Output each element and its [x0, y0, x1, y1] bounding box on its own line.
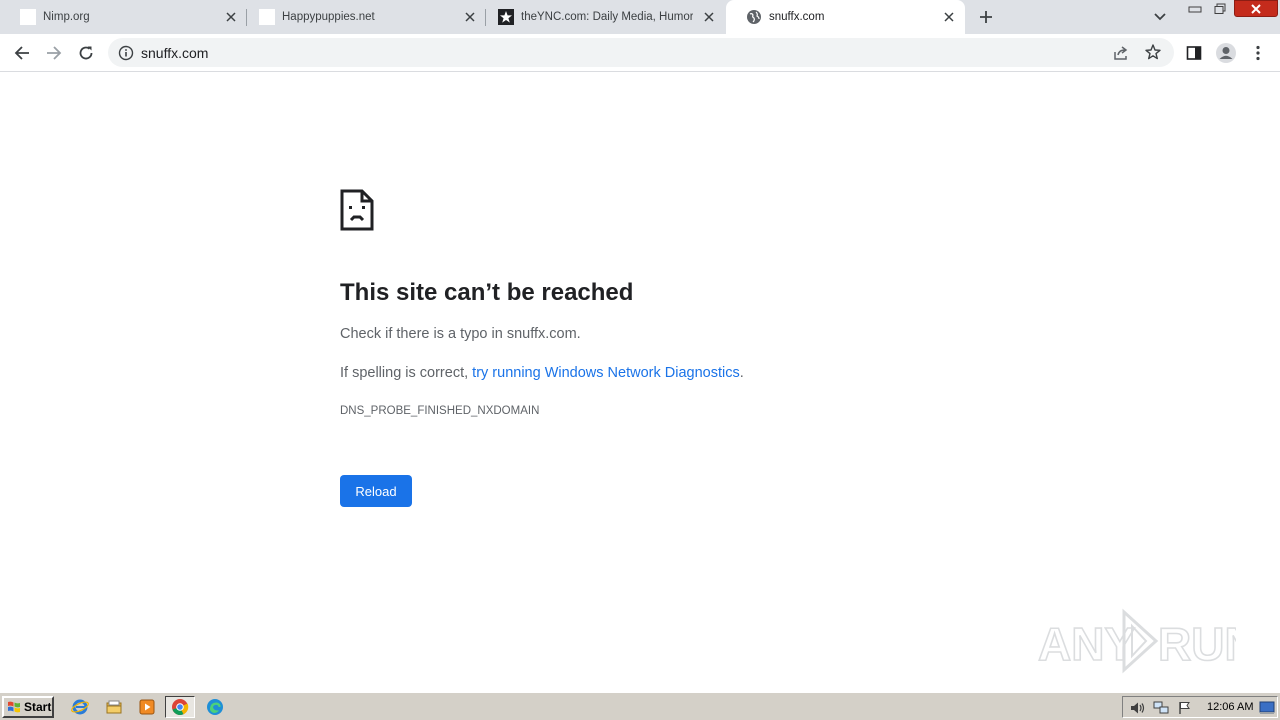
page-content: This site can’t be reached Check if ther…	[0, 72, 1280, 692]
browser-toolbar: snuffx.com	[0, 34, 1280, 72]
chevron-down-icon	[1154, 13, 1166, 21]
clock: 12:06 AM	[1207, 701, 1254, 713]
tab-snuffx[interactable]: snuffx.com	[726, 0, 965, 34]
tab-strip: Nimp.org Happypuppies.net theYNC.com: Da…	[0, 0, 1280, 34]
arrow-right-icon	[47, 46, 62, 60]
tab-search-button[interactable]	[1152, 9, 1168, 25]
reload-button[interactable]: Reload	[340, 475, 412, 507]
arrow-left-icon	[14, 46, 29, 60]
edge-icon[interactable]	[205, 697, 225, 717]
typo-hint: Check if there is a typo in snuffx.com.	[340, 326, 581, 342]
restore-icon	[1214, 3, 1226, 14]
minimize-button[interactable]	[1184, 0, 1206, 17]
tab-title: Nimp.org	[43, 11, 90, 23]
tab-title: Happypuppies.net	[282, 11, 375, 23]
volume-icon[interactable]	[1129, 700, 1145, 716]
refresh-icon	[79, 46, 93, 60]
blank-page-icon	[20, 9, 36, 25]
avatar-icon	[1216, 43, 1236, 63]
close-icon	[1251, 3, 1261, 14]
side-panel-button[interactable]	[1181, 40, 1207, 66]
network-icon[interactable]	[1153, 700, 1169, 716]
restore-button[interactable]	[1208, 0, 1232, 17]
url-text[interactable]: snuffx.com	[141, 45, 208, 61]
anyrun-watermark-logo: ANY RUN	[1037, 608, 1236, 674]
sad-document-icon	[340, 189, 374, 231]
new-tab-button[interactable]	[976, 7, 996, 27]
chrome-taskbar-icon[interactable]	[165, 696, 195, 718]
minimize-icon	[1188, 6, 1202, 12]
diagnostics-prefix: If spelling is correct,	[340, 365, 473, 381]
start-button[interactable]: Start	[2, 696, 54, 718]
bookmark-star-icon[interactable]	[1144, 43, 1162, 61]
star-icon	[498, 9, 514, 25]
window-close-button[interactable]	[1234, 0, 1278, 17]
info-icon[interactable]	[118, 45, 134, 61]
kebab-menu-icon	[1256, 45, 1260, 61]
windows-logo-icon	[8, 701, 20, 713]
forward-button[interactable]	[41, 40, 67, 66]
globe-icon	[746, 9, 762, 25]
plus-icon	[980, 11, 992, 23]
diagnostics-link[interactable]: try running Windows Network Diagnostics	[472, 365, 740, 381]
address-bar[interactable]: snuffx.com	[108, 38, 1174, 67]
error-heading: This site can’t be reached	[340, 279, 634, 306]
system-tray: 12:06 AM	[1122, 696, 1278, 718]
internet-explorer-icon[interactable]	[70, 697, 90, 717]
action-center-flag-icon[interactable]	[1177, 700, 1193, 716]
svg-text:ANY: ANY	[1038, 618, 1135, 670]
windows-taskbar: Start 12:06 AM	[0, 692, 1280, 720]
back-button[interactable]	[9, 40, 35, 66]
error-code: DNS_PROBE_FINISHED_NXDOMAIN	[340, 405, 540, 417]
start-label: Start	[24, 700, 52, 714]
profile-button[interactable]	[1213, 40, 1239, 66]
tab-theync[interactable]: theYNC.com: Daily Media, Humor, Sh	[478, 0, 725, 34]
media-player-icon[interactable]	[137, 697, 157, 717]
tab-title: theYNC.com: Daily Media, Humor, Sh	[521, 11, 693, 23]
close-icon[interactable]	[223, 9, 239, 25]
blank-page-icon	[259, 9, 275, 25]
svg-text:RUN: RUN	[1158, 618, 1236, 670]
diagnostics-hint: If spelling is correct, try running Wind…	[340, 365, 744, 381]
tab-nimp[interactable]: Nimp.org	[0, 0, 247, 34]
tab-title: snuffx.com	[769, 11, 825, 23]
share-icon[interactable]	[1112, 44, 1130, 62]
file-explorer-icon[interactable]	[104, 697, 124, 717]
side-panel-icon	[1186, 46, 1202, 60]
menu-button[interactable]	[1245, 40, 1271, 66]
diagnostics-suffix: .	[739, 365, 744, 381]
close-icon[interactable]	[701, 9, 717, 25]
close-icon[interactable]	[941, 9, 957, 25]
reload-toolbar-button[interactable]	[73, 40, 99, 66]
tab-happypuppies[interactable]: Happypuppies.net	[239, 0, 486, 34]
show-desktop-icon[interactable]	[1259, 700, 1275, 716]
close-icon[interactable]	[462, 9, 478, 25]
